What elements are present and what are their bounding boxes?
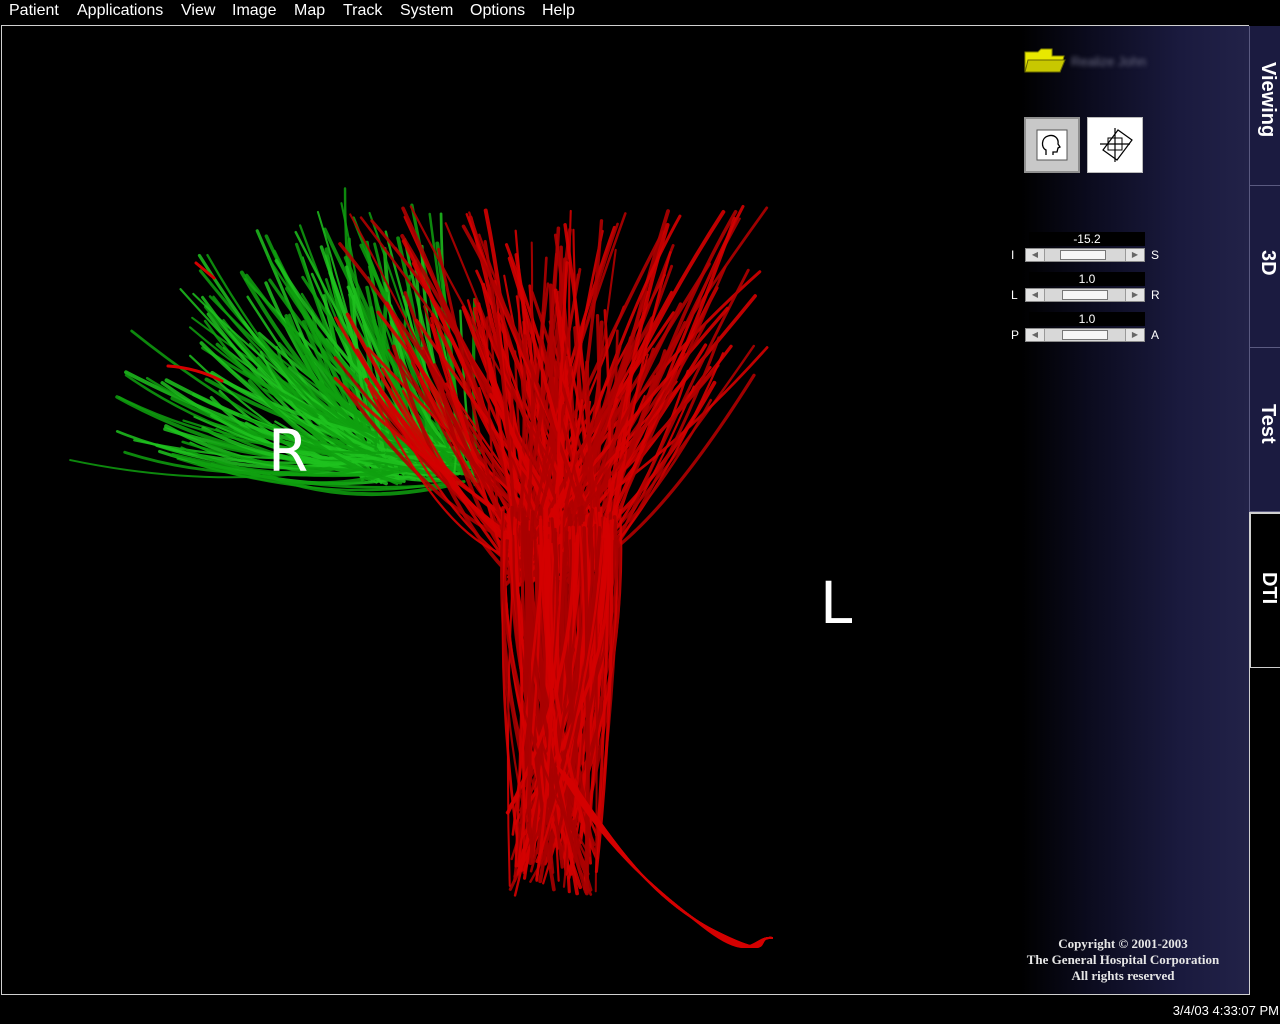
status-datetime: 3/4/03 4:33:07 PM	[1172, 1003, 1279, 1018]
menu-track[interactable]: Track	[343, 2, 382, 20]
orientation-label-left: L	[820, 569, 853, 637]
menu-bar: Patient Applications View Image Map Trac…	[0, 0, 1280, 25]
slider-pa-left-arrow[interactable]: ◀	[1026, 329, 1045, 341]
slider-pa-thumb[interactable]	[1062, 330, 1108, 340]
slider-lr-max-label: R	[1151, 288, 1160, 302]
slice-planes-icon	[1100, 128, 1133, 162]
slider-is-thumb[interactable]	[1060, 250, 1107, 260]
tab-test-label: Test	[1257, 404, 1279, 444]
slider-lr-thumb[interactable]	[1062, 290, 1108, 300]
tab-test[interactable]: Test	[1249, 348, 1280, 512]
fiber-streamline	[560, 769, 773, 948]
copyright-line: The General Hospital Corporation	[1026, 952, 1220, 967]
patient-name: Realize John	[1071, 54, 1147, 69]
slider-pa-min-label: P	[1011, 328, 1020, 342]
slider-pa-value: 1.0	[1029, 312, 1145, 326]
slider-is-value: -15.2	[1029, 232, 1145, 246]
status-bar: 3/4/03 4:33:07 PM	[0, 996, 1280, 1024]
tab-viewing-label: Viewing	[1257, 62, 1279, 138]
menu-map[interactable]: Map	[294, 2, 325, 20]
tab-dti[interactable]: DTI	[1249, 512, 1280, 669]
head-view-button[interactable]	[1024, 117, 1080, 173]
copyright-notice: Copyright © 2001-2003 The General Hospit…	[1003, 936, 1243, 984]
slice-plane-button[interactable]	[1087, 117, 1143, 173]
menu-applications[interactable]: Applications	[77, 2, 163, 20]
tab-viewing[interactable]: Viewing	[1249, 26, 1280, 186]
copyright-line: Copyright © 2001-2003	[1058, 936, 1188, 951]
slider-is-min-label: I	[1011, 248, 1015, 262]
control-panel: Realize John -15.2 I ◀ ▶ S 1.0 L ◀ ▶ R 1…	[1011, 26, 1249, 994]
slider-lr-left-arrow[interactable]: ◀	[1026, 289, 1045, 301]
tab-3d-label: 3D	[1257, 250, 1279, 276]
menu-options[interactable]: Options	[470, 2, 525, 20]
menu-view[interactable]: View	[181, 2, 215, 20]
menu-system[interactable]: System	[400, 2, 453, 20]
menu-help[interactable]: Help	[542, 2, 575, 20]
slider-is-max-label: S	[1151, 248, 1160, 262]
fiber-streamline	[561, 770, 773, 948]
copyright-line: All rights reserved	[1071, 968, 1175, 983]
folder-icon[interactable]	[1024, 48, 1066, 74]
slider-pa[interactable]: ◀ ▶	[1025, 328, 1145, 342]
fiber-streamline	[562, 771, 773, 948]
tab-column-spacer	[1249, 668, 1280, 995]
red-fiber-bundle	[166, 204, 773, 948]
slider-lr-min-label: L	[1011, 288, 1018, 302]
slider-pa-max-label: A	[1151, 328, 1160, 342]
orientation-label-right: R	[268, 417, 309, 485]
menu-image[interactable]: Image	[232, 2, 276, 20]
menu-patient[interactable]: Patient	[9, 2, 59, 20]
slider-is-right-arrow[interactable]: ▶	[1125, 249, 1144, 261]
slider-is[interactable]: ◀ ▶	[1025, 248, 1145, 262]
tab-3d[interactable]: 3D	[1249, 186, 1280, 348]
slider-lr-value: 1.0	[1029, 272, 1145, 286]
slider-lr[interactable]: ◀ ▶	[1025, 288, 1145, 302]
tab-dti-label: DTI	[1258, 572, 1280, 605]
head-profile-icon	[1036, 129, 1068, 161]
slider-is-left-arrow[interactable]: ◀	[1026, 249, 1045, 261]
slider-pa-right-arrow[interactable]: ▶	[1125, 329, 1144, 341]
fiber-streamline	[562, 771, 773, 948]
slider-lr-right-arrow[interactable]: ▶	[1125, 289, 1144, 301]
